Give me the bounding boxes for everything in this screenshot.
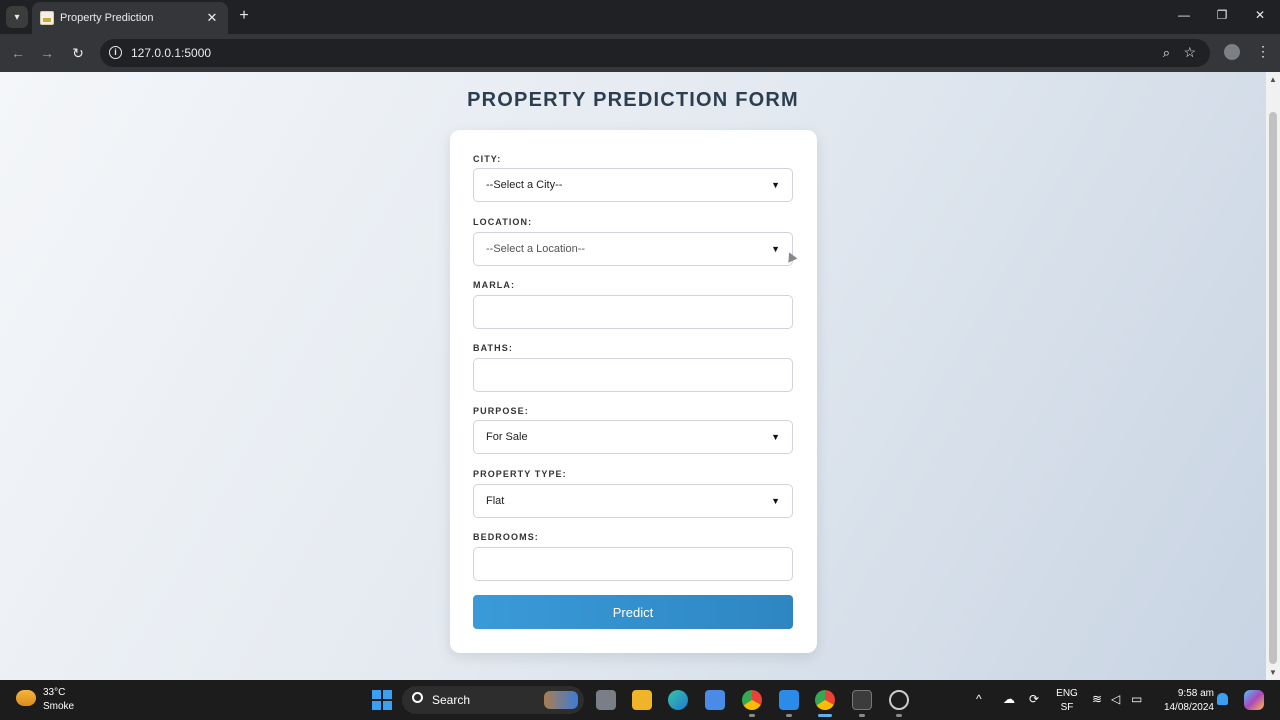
language-top[interactable]: ENG <box>1055 688 1079 699</box>
bedrooms-input[interactable] <box>473 547 793 581</box>
page-viewport: PROPERTY PREDICTION FORM CITY: --Select … <box>0 72 1266 680</box>
location-label: LOCATION: <box>473 217 533 227</box>
plus-icon[interactable]: + <box>236 8 252 24</box>
sync-icon[interactable]: ⟳ <box>1029 692 1039 706</box>
chevron-down-icon: ▼ <box>771 496 780 506</box>
scroll-up-icon[interactable]: ▲ <box>1269 75 1277 84</box>
close-icon[interactable]: ✕ <box>204 10 220 26</box>
property-type-label: PROPERTY TYPE: <box>473 469 567 479</box>
prediction-form-card: CITY: --Select a City-- ▼ LOCATION: --Se… <box>450 130 817 653</box>
scroll-down-icon[interactable]: ▼ <box>1269 668 1277 677</box>
back-icon[interactable]: ← <box>9 44 27 62</box>
bedrooms-label: BEDROOMS: <box>473 532 539 542</box>
purpose-selected-value: For Sale <box>486 431 528 443</box>
forward-icon[interactable]: → <box>38 44 56 62</box>
page-scrollbar[interactable]: ▲ ▼ <box>1266 72 1280 680</box>
weather-description[interactable]: Smoke <box>43 701 74 712</box>
info-icon[interactable]: i <box>109 46 122 59</box>
browser-toolbar: ← → ↻ i 127.0.0.1:5000 ⌕ ☆ <box>0 34 1280 72</box>
profile-icon[interactable] <box>1224 44 1240 60</box>
marla-input[interactable] <box>473 295 793 329</box>
file-explorer-icon[interactable] <box>632 690 652 710</box>
chrome-icon[interactable] <box>815 690 835 710</box>
search-icon <box>412 692 423 703</box>
marla-label: MARLA: <box>473 280 516 290</box>
windows-taskbar: 33°C Smoke Search ^ ☁ ⟳ ENG SF ≋ ◁ ▭ 9:5… <box>0 680 1280 720</box>
kebab-menu-icon[interactable]: ⋮ <box>1256 43 1270 60</box>
chevron-down-icon: ▼ <box>771 432 780 442</box>
chrome-profile-icon[interactable] <box>742 690 762 710</box>
cloud-offline-icon[interactable]: ☁ <box>1003 692 1015 706</box>
weather-temperature[interactable]: 33°C <box>43 687 65 698</box>
tab-search-icon[interactable]: ▾ <box>6 6 28 28</box>
search-highlight-icon <box>544 691 578 709</box>
purpose-select[interactable]: For Sale ▼ <box>473 420 793 454</box>
volume-icon[interactable]: ◁ <box>1111 692 1120 706</box>
property-type-select[interactable]: Flat ▼ <box>473 484 793 518</box>
reload-icon[interactable]: ↻ <box>69 44 87 62</box>
location-select[interactable]: --Select a Location-- ▼ <box>473 232 793 266</box>
vscode-icon[interactable] <box>779 690 799 710</box>
chevron-down-icon: ▼ <box>771 180 780 190</box>
city-select[interactable]: --Select a City-- ▼ <box>473 168 793 202</box>
tab-title: Property Prediction <box>60 12 154 24</box>
terminal-icon[interactable] <box>852 690 872 710</box>
star-icon[interactable]: ☆ <box>1183 44 1196 61</box>
windows-start-icon[interactable] <box>372 690 392 710</box>
restore-icon[interactable]: ❐ <box>1214 8 1230 22</box>
running-indicator <box>859 714 865 717</box>
city-label: CITY: <box>473 154 502 164</box>
baths-input[interactable] <box>473 358 793 392</box>
copilot-icon[interactable] <box>1244 690 1264 710</box>
city-selected-value: --Select a City-- <box>486 179 563 191</box>
task-view-icon[interactable] <box>596 690 616 710</box>
url-text[interactable]: 127.0.0.1:5000 <box>131 46 211 60</box>
edge-icon[interactable] <box>668 690 688 710</box>
store-icon[interactable] <box>705 690 725 710</box>
app-clock-icon[interactable] <box>889 690 909 710</box>
running-indicator <box>896 714 902 717</box>
predict-button[interactable]: Predict <box>473 595 793 629</box>
running-indicator <box>749 714 755 717</box>
language-bottom[interactable]: SF <box>1055 702 1079 713</box>
wifi-icon[interactable]: ≋ <box>1092 692 1102 706</box>
window-close-icon[interactable]: ✕ <box>1252 8 1268 22</box>
scroll-thumb[interactable] <box>1269 112 1277 664</box>
property-type-selected-value: Flat <box>486 495 505 507</box>
address-bar[interactable]: i 127.0.0.1:5000 ⌕ ☆ <box>100 39 1210 67</box>
bell-icon[interactable] <box>1217 693 1228 705</box>
weather-icon[interactable] <box>16 690 36 706</box>
favicon-icon <box>40 11 54 25</box>
taskbar-search[interactable]: Search <box>402 686 584 714</box>
chevron-down-icon: ▼ <box>771 244 780 254</box>
zoom-icon[interactable]: ⌕ <box>1163 45 1170 61</box>
location-selected-value: --Select a Location-- <box>486 243 586 255</box>
browser-tab-strip: ▾ Property Prediction ✕ + — ❐ ✕ <box>0 0 1280 34</box>
running-indicator <box>786 714 792 717</box>
clock-date[interactable]: 14/08/2024 <box>1156 702 1214 713</box>
search-label: Search <box>432 693 471 707</box>
page-title: PROPERTY PREDICTION FORM <box>467 89 799 111</box>
minimize-icon[interactable]: — <box>1176 8 1192 22</box>
active-app-indicator <box>818 714 832 717</box>
tray-overflow-icon[interactable]: ^ <box>976 692 982 706</box>
clock-time[interactable]: 9:58 am <box>1156 688 1214 699</box>
baths-label: BATHS: <box>473 343 513 353</box>
battery-icon[interactable]: ▭ <box>1131 692 1142 706</box>
purpose-label: PURPOSE: <box>473 406 529 416</box>
browser-tab[interactable]: Property Prediction ✕ <box>32 2 228 34</box>
